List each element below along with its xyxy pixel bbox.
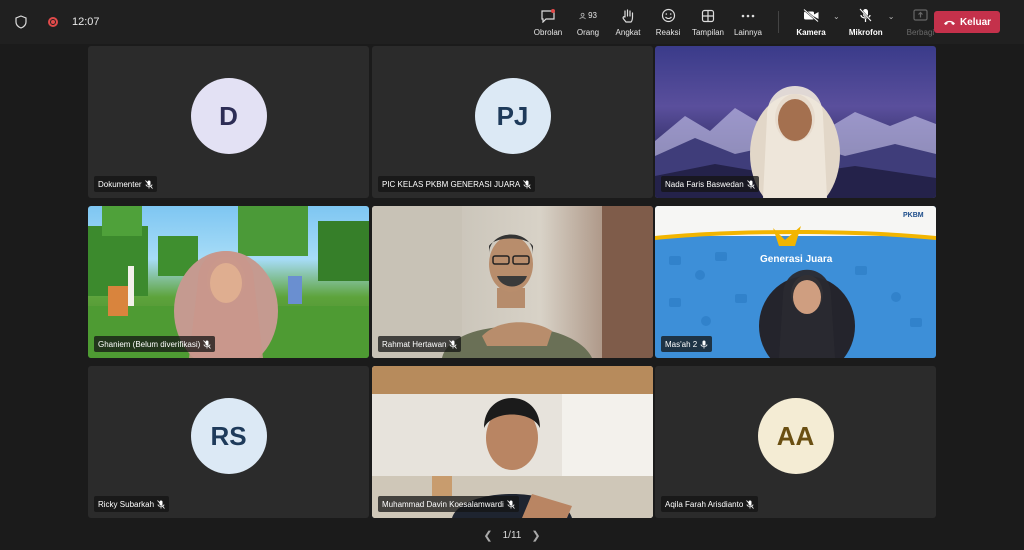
avatar: D (190, 78, 267, 154)
people-button[interactable]: 93 Orang (568, 0, 608, 44)
page-indicator: 1/11 (502, 529, 522, 541)
mic-muted-icon (449, 339, 458, 349)
participant-name: Aqila Farah Arisdianto (661, 496, 759, 512)
mic-muted-icon (523, 179, 532, 189)
participant-name: Mas'ah 2 (661, 336, 713, 352)
avatar: PJ (474, 78, 551, 154)
mic-muted-icon (746, 179, 755, 189)
camera-off-icon (802, 9, 819, 22)
more-icon (741, 14, 755, 17)
hand-icon (622, 8, 634, 23)
participant-tile[interactable]: D Dokumenter (88, 46, 369, 198)
more-button[interactable]: Lainnya (728, 0, 768, 44)
people-icon (579, 12, 586, 19)
mic-muted-icon (507, 499, 515, 509)
participant-video-tile[interactable]: Rahmat Hertawan (372, 206, 653, 358)
mic-muted-icon (746, 499, 755, 509)
hang-up-icon (943, 20, 955, 25)
chat-button[interactable]: Obrolan (528, 0, 568, 44)
brand-name: Generasi Juara (760, 254, 833, 265)
participant-name: Rahmat Hertawan (378, 336, 462, 352)
participant-video-tile[interactable]: Ghaniem (Belum diverifikasi) (88, 206, 369, 358)
participant-grid: D Dokumenter PJ PIC KELAS PKBM GENERASI … (88, 46, 936, 520)
raise-hand-button[interactable]: Angkat (608, 0, 648, 44)
mic-muted-icon (144, 179, 153, 189)
view-button[interactable]: Tampilan (688, 0, 728, 44)
participant-name: PIC KELAS PKBM GENERASI JUARA (378, 176, 536, 192)
participant-video-tile[interactable]: Generasi Juara PKBM Mas'ah 2 (655, 206, 936, 358)
meeting-toolbar: 12:07 Obrolan 93 Orang Angkat Reaksi Tam… (0, 0, 1024, 44)
toolbar-divider (778, 11, 779, 33)
participant-tile[interactable]: PJ PIC KELAS PKBM GENERASI JUARA (372, 46, 653, 198)
avatar: RS (190, 398, 267, 474)
camera-button[interactable]: Kamera (789, 0, 833, 44)
mic-muted-icon (203, 339, 212, 349)
recording-icon (48, 17, 58, 27)
camera-options-chevron-icon[interactable]: ⌄ (833, 12, 840, 21)
chevron-right-icon[interactable]: ❯ (531, 529, 540, 542)
leave-button[interactable]: Keluar (934, 11, 1000, 33)
mic-options-chevron-icon[interactable]: ⌄ (888, 12, 895, 21)
react-button[interactable]: Reaksi (648, 0, 688, 44)
smiley-icon (661, 8, 675, 23)
avatar: AA (757, 398, 834, 474)
people-count: 93 (588, 11, 597, 20)
gallery-pager: ❮ 1/11 ❯ (0, 526, 1024, 544)
participant-name: Muhammad Davin Koesalamwardi (378, 496, 519, 512)
shield-icon (15, 15, 27, 29)
mic-on-icon (700, 340, 708, 348)
mic-button[interactable]: Mikrofon (844, 0, 888, 44)
grid-icon (701, 9, 715, 22)
meeting-timer: 12:07 (72, 16, 100, 28)
mic-off-icon (859, 8, 872, 22)
chat-icon (541, 8, 555, 23)
participant-tile[interactable]: RS Ricky Subarkah (88, 366, 369, 518)
participant-name: Dokumenter (94, 176, 157, 192)
chevron-left-icon[interactable]: ❮ (483, 529, 492, 542)
participant-name: Nada Faris Baswedan (661, 176, 759, 192)
participant-name: Ghaniem (Belum diverifikasi) (94, 336, 216, 352)
mic-muted-icon (157, 499, 165, 509)
participant-video-tile[interactable]: Nada Faris Baswedan (655, 46, 936, 198)
brand-org: PKBM (903, 212, 924, 219)
participant-name: Ricky Subarkah (94, 496, 170, 512)
participant-video-tile[interactable]: Muhammad Davin Koesalamwardi (372, 366, 653, 518)
share-icon (913, 9, 928, 21)
participant-tile[interactable]: AA Aqila Farah Arisdianto (655, 366, 936, 518)
